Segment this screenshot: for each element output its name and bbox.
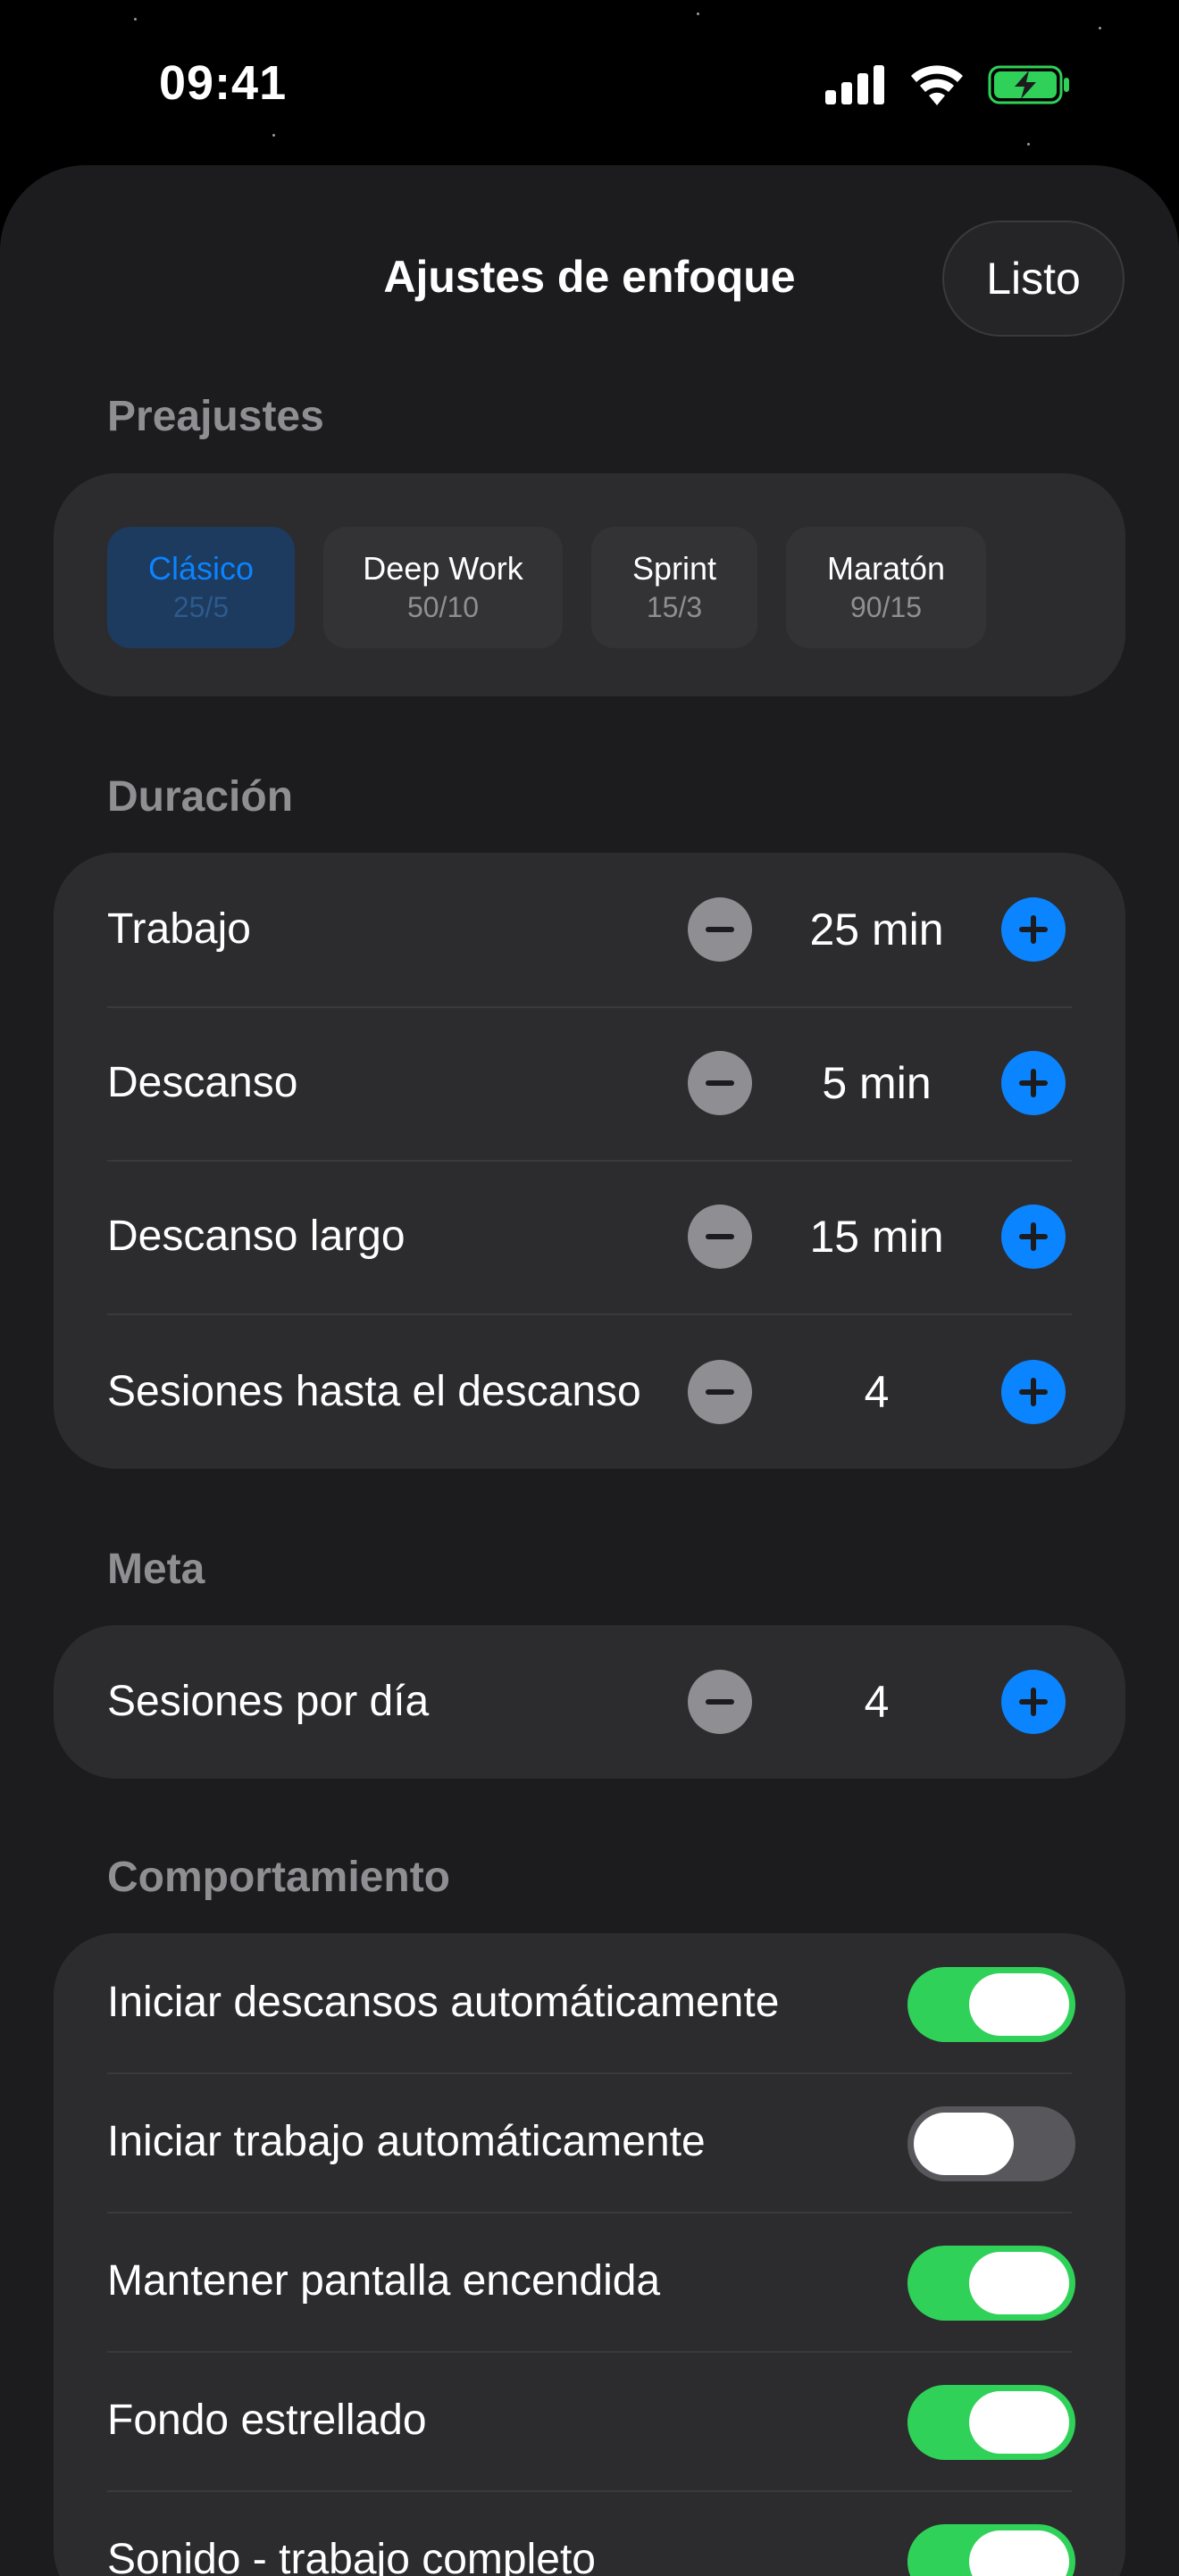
toggle-row-auto-start-work: Iniciar trabajo automáticamente (54, 2072, 1125, 2212)
preset-name: Sprint (631, 550, 717, 587)
preset-name: Deep Work (363, 550, 523, 587)
preset-value: 90/15 (849, 591, 923, 623)
preset-value: 50/10 (406, 591, 480, 623)
minus-icon (706, 1080, 734, 1086)
toggle-knob (914, 2113, 1014, 2175)
stepper-value: 5 min (822, 1058, 932, 1108)
preset-classic[interactable]: Clásico 25/5 (107, 527, 295, 648)
duration-section-title: Duración (107, 773, 294, 821)
behavior-section-title: Comportamiento (107, 1854, 450, 1901)
preset-deep-work[interactable]: Deep Work 50/10 (323, 527, 563, 648)
toggle-knob (969, 1973, 1069, 2036)
preset-sprint[interactable]: Sprint 15/3 (591, 527, 757, 648)
plus-icon (1019, 1378, 1048, 1406)
minus-icon (706, 927, 734, 932)
increment-button[interactable] (1001, 1670, 1066, 1734)
toggle-knob (969, 2391, 1069, 2454)
plus-icon (1019, 1688, 1048, 1716)
toggle-row-keep-screen-on: Mantener pantalla encendida (54, 2212, 1125, 2351)
decrement-button[interactable] (688, 1205, 752, 1269)
minus-icon (706, 1389, 734, 1395)
minus-icon (706, 1234, 734, 1239)
row-label: Trabajo (107, 905, 251, 953)
focus-settings-sheet: Ajustes de enfoque Listo Preajustes Clás… (0, 165, 1179, 2576)
duration-row-break: Descanso 5 min (54, 1006, 1125, 1160)
status-icons (825, 64, 1070, 105)
preset-value: 15/3 (646, 591, 703, 623)
keep-screen-on-toggle[interactable] (907, 2246, 1075, 2321)
row-label: Iniciar trabajo automáticamente (107, 2118, 706, 2165)
decrement-button[interactable] (688, 897, 752, 962)
auto-start-breaks-toggle[interactable] (907, 1967, 1075, 2042)
row-label: Iniciar descansos automáticamente (107, 1979, 780, 2026)
decrement-button[interactable] (688, 1360, 752, 1424)
row-label: Descanso largo (107, 1213, 406, 1260)
plus-icon (1019, 1222, 1048, 1251)
increment-button[interactable] (1001, 1051, 1066, 1115)
presets-section-title: Preajustes (107, 393, 324, 440)
preset-list: Clásico 25/5 Deep Work 50/10 Sprint 15/3… (107, 527, 986, 648)
row-label: Mantener pantalla encendida (107, 2257, 661, 2305)
goal-card: Sesiones por día 4 (54, 1625, 1125, 1779)
plus-icon (1019, 915, 1048, 944)
row-label: Fondo estrellado (107, 2397, 427, 2444)
row-label: Sonido - trabajo completo (107, 2536, 596, 2576)
preset-marathon[interactable]: Maratón 90/15 (786, 527, 986, 648)
stepper-value: 4 (864, 1367, 890, 1417)
toggle-knob (969, 2530, 1069, 2576)
presets-card: Clásico 25/5 Deep Work 50/10 Sprint 15/3… (54, 473, 1125, 696)
toggle-row-work-complete-sound: Sonido - trabajo completo (54, 2490, 1125, 2576)
duration-row-sessions-until-break: Sesiones hasta el descanso 4 (54, 1315, 1125, 1469)
stepper-value: 15 min (809, 1212, 944, 1262)
wifi-icon (911, 65, 963, 105)
starry-background-toggle[interactable] (907, 2385, 1075, 2460)
sheet-header: Ajustes de enfoque Listo (0, 165, 1179, 344)
stepper-value: 25 min (809, 905, 944, 955)
auto-start-work-toggle[interactable] (907, 2106, 1075, 2181)
increment-button[interactable] (1001, 1205, 1066, 1269)
preset-name: Clásico (147, 550, 255, 587)
goal-row-sessions-per-day: Sesiones por día 4 (54, 1625, 1125, 1779)
duration-card: Trabajo 25 min Descanso 5 min Descanso l… (54, 853, 1125, 1469)
status-bar: 09:41 (0, 0, 1179, 165)
increment-button[interactable] (1001, 1360, 1066, 1424)
work-complete-sound-toggle[interactable] (907, 2524, 1075, 2576)
toggle-row-auto-start-breaks: Iniciar descansos automáticamente (54, 1933, 1125, 2072)
preset-name: Maratón (826, 550, 946, 587)
increment-button[interactable] (1001, 897, 1066, 962)
decrement-button[interactable] (688, 1051, 752, 1115)
toggle-knob (969, 2252, 1069, 2314)
duration-row-work: Trabajo 25 min (54, 853, 1125, 1006)
minus-icon (706, 1699, 734, 1705)
stepper-value: 4 (864, 1677, 890, 1727)
row-label: Sesiones hasta el descanso (107, 1368, 641, 1415)
toggle-row-starry-background: Fondo estrellado (54, 2351, 1125, 2490)
behavior-card: Iniciar descansos automáticamente Inicia… (54, 1933, 1125, 2576)
status-time: 09:41 (159, 56, 288, 110)
cellular-signal-icon (825, 65, 884, 104)
row-label: Descanso (107, 1059, 298, 1106)
row-label: Sesiones por día (107, 1678, 430, 1725)
done-button[interactable]: Listo (942, 221, 1125, 337)
battery-charging-icon (988, 65, 1069, 104)
plus-icon (1019, 1069, 1048, 1097)
preset-value: 25/5 (172, 591, 230, 623)
decrement-button[interactable] (688, 1670, 752, 1734)
goal-section-title: Meta (107, 1546, 205, 1593)
duration-row-long-break: Descanso largo 15 min (54, 1160, 1125, 1313)
